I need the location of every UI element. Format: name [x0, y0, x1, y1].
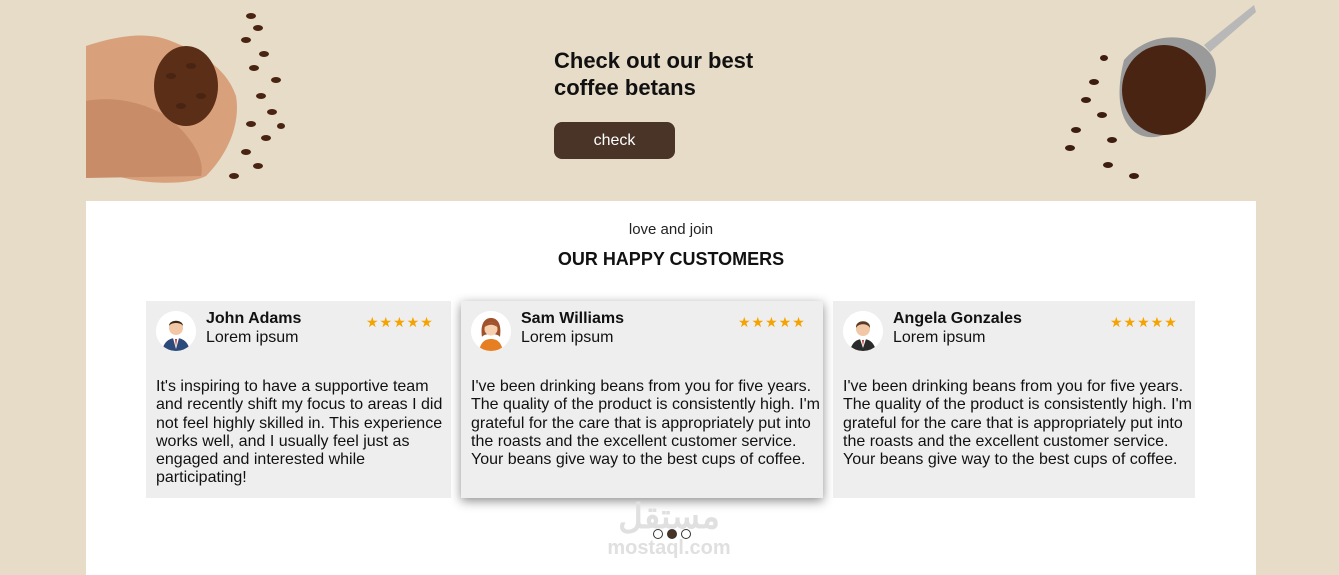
star-rating-icon: ★★★★★ [366, 314, 434, 330]
testimonials-section: love and join OUR HAPPY CUSTOMERS John A… [86, 201, 1256, 575]
star-rating-icon: ★★★★★ [738, 314, 806, 330]
customer-name: Sam Williams [521, 310, 625, 327]
avatar [843, 311, 883, 351]
testimonial-text: I've been drinking beans from you for fi… [843, 378, 1193, 469]
banner-title: Check out our best coffee betans [554, 48, 754, 100]
testimonial-text: I've been drinking beans from you for fi… [471, 378, 821, 469]
pagination-dot-3[interactable] [681, 529, 691, 539]
check-button[interactable]: check [554, 122, 675, 159]
man-in-suit-avatar-icon [156, 311, 196, 351]
hands-with-coffee-beans-image [86, 13, 285, 183]
woman-avatar-icon [471, 311, 511, 351]
pagination-dot-1[interactable] [653, 529, 663, 539]
customer-subtitle: Lorem ipsum [521, 329, 614, 346]
customer-subtitle: Lorem ipsum [893, 329, 986, 346]
customer-subtitle: Lorem ipsum [206, 329, 299, 346]
testimonial-card: John Adams Lorem ipsum ★★★★★ It's inspir… [146, 301, 451, 498]
section-heading: OUR HAPPY CUSTOMERS [557, 249, 785, 269]
avatar [471, 311, 511, 351]
watermark: مستقل mostaql.com [594, 497, 744, 559]
pagination-dot-2[interactable] [667, 529, 677, 539]
avatar [156, 311, 196, 351]
customer-name: Angela Gonzales [893, 310, 1022, 327]
watermark-latin: mostaql.com [607, 537, 731, 559]
testimonial-card-featured: Sam Williams Lorem ipsum ★★★★★ I've been… [461, 301, 823, 498]
customer-name: John Adams [206, 310, 302, 327]
coffee-scoop-image [1065, 5, 1256, 179]
section-eyebrow: love and join [628, 221, 714, 238]
star-rating-icon: ★★★★★ [1110, 314, 1178, 330]
hero-banner: Check out our best coffee betans check [86, 0, 1256, 201]
man-with-tie-avatar-icon [843, 311, 883, 351]
testimonial-text: It's inspiring to have a supportive team… [156, 378, 443, 487]
testimonial-card: Angela Gonzales Lorem ipsum ★★★★★ I've b… [833, 301, 1195, 498]
carousel-pagination [653, 529, 691, 539]
